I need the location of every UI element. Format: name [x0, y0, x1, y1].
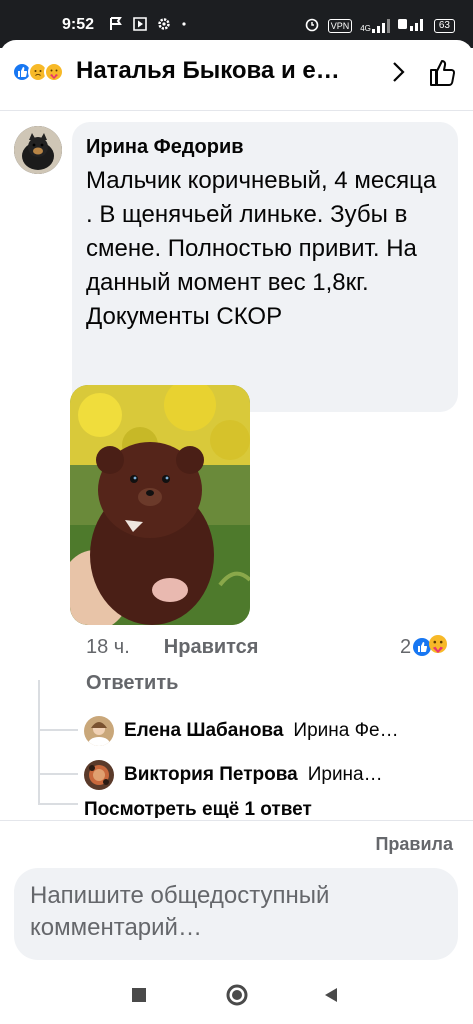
- reply-snippet: Ирина Фе…: [293, 720, 399, 741]
- comment-photo[interactable]: [70, 385, 250, 625]
- comment-author[interactable]: Ирина Федорив: [86, 134, 444, 160]
- reply-button[interactable]: Ответить: [86, 672, 178, 695]
- back-triangle-icon[interactable]: [322, 986, 340, 1009]
- reply-connector: [38, 803, 78, 805]
- reply-author[interactable]: Виктория Петрова: [124, 764, 298, 786]
- reply-connector: [38, 773, 78, 775]
- like-thumb-icon[interactable]: [428, 58, 458, 93]
- chevron-right-icon[interactable]: [390, 60, 406, 89]
- settings-gear-icon: [156, 16, 172, 37]
- rules-link[interactable]: Правила: [375, 834, 453, 855]
- avatar[interactable]: [84, 716, 114, 746]
- comment-input[interactable]: Напишите общедоступный комментарий…: [14, 868, 458, 960]
- composer-divider: [0, 820, 473, 821]
- battery-indicator: 63: [433, 18, 455, 33]
- reply-thread-line: [38, 680, 40, 805]
- reply-connector: [38, 729, 78, 731]
- reply-item[interactable]: Виктория Петрова Ирина…: [84, 758, 383, 792]
- reply-author[interactable]: Елена Шабанова: [124, 720, 283, 742]
- comment-reaction-count[interactable]: 2: [400, 635, 448, 659]
- header-divider: [0, 110, 473, 111]
- comment-bubble[interactable]: Ирина Федорив Мальчик коричневый, 4 меся…: [72, 122, 458, 412]
- comment-input-placeholder: Напишите общедоступный комментарий…: [30, 882, 330, 941]
- care-reaction-icon: [44, 62, 64, 82]
- recent-apps-square-icon[interactable]: [130, 986, 148, 1009]
- care-reaction-icon: [429, 635, 448, 659]
- signal-4g-icon: 4G: [360, 18, 390, 33]
- alarm-icon: [304, 16, 320, 35]
- home-circle-icon[interactable]: [225, 983, 249, 1012]
- reaction-summary[interactable]: [12, 62, 64, 82]
- play-icon: [132, 16, 148, 37]
- screen: 9:52 VPN 4G 63 Наталья Быкова и е… Ирина…: [0, 0, 473, 1024]
- comment-timestamp[interactable]: 18 ч.: [86, 636, 130, 659]
- vpn-badge: VPN: [327, 18, 353, 33]
- comment-meta: 18 ч. Нравится: [86, 636, 258, 659]
- comments-header: Наталья Быкова и е…: [0, 40, 473, 104]
- comments-sheet: Наталья Быкова и е… Ирина Федорив Мальчи…: [0, 40, 473, 1024]
- avatar[interactable]: [84, 760, 114, 790]
- dot-icon: [180, 16, 188, 37]
- signal-volte-icon: [397, 17, 426, 34]
- post-author-title[interactable]: Наталья Быкова и е…: [76, 57, 376, 85]
- flag-icon: [108, 16, 124, 37]
- status-time: 9:52: [62, 16, 95, 33]
- reply-snippet: Ирина…: [307, 764, 383, 785]
- avatar[interactable]: [14, 126, 62, 174]
- like-button[interactable]: Нравится: [164, 636, 259, 659]
- system-navigation-bar: [0, 966, 473, 1024]
- reply-item[interactable]: Елена Шабанова Ирина Фе…: [84, 714, 399, 748]
- view-more-replies-link[interactable]: Посмотреть ещё 1 ответ: [84, 796, 312, 818]
- comment-text: Мальчик коричневый, 4 месяца . В щенячье…: [86, 167, 437, 330]
